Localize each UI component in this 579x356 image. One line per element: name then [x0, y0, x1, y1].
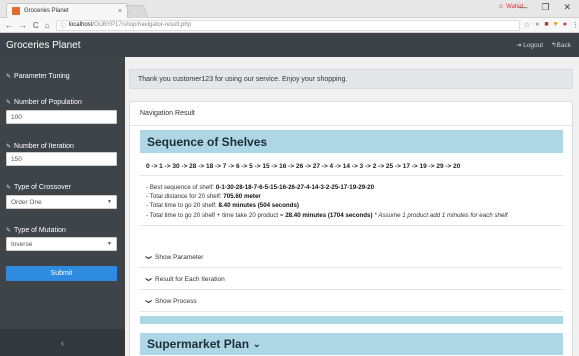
mutation-select[interactable]: Inverse ▼: [6, 237, 117, 251]
mutation-value: Inverse: [11, 240, 33, 248]
population-label: ✎ Number of Population: [6, 99, 82, 106]
submit-button[interactable]: Submit: [6, 266, 117, 281]
total-time-with-products-line: - Total time to go 20 shelf + time take …: [146, 211, 557, 220]
extension-icon[interactable]: ♥: [554, 21, 558, 29]
panel-title: Navigation Result: [130, 102, 572, 126]
wrench-icon: ✎: [6, 144, 12, 150]
population-value: 100: [11, 113, 22, 121]
assumption-note: * Assume 1 product add 1 minutes for eac…: [374, 211, 508, 219]
best-sequence-line: - Best sequence of shelf: 0-1-30-28-18-7…: [146, 183, 557, 192]
sequence-path: 0 -> 1 -> 30 -> 28 -> 18 -> 7 -> 6 -> 5 …: [140, 157, 563, 176]
total-distance-value: 705.60 meter: [223, 193, 261, 201]
sidebar-title-text: Parameter Tuning: [14, 73, 70, 80]
show-process-label: Show Process: [155, 298, 197, 305]
logout-icon: ⇥: [515, 42, 522, 49]
result-details: - Best sequence of shelf: 0-1-30-28-18-7…: [140, 178, 563, 226]
info-icon[interactable]: ⓘ: [60, 21, 66, 30]
user-icon: ☺: [498, 4, 505, 10]
total-time-line: - Total time to go 20 shelf: 8.40 minute…: [146, 201, 557, 210]
url-host: localhost: [68, 22, 93, 28]
logout-link[interactable]: ⇥ Logout: [516, 41, 543, 49]
browser-tab[interactable]: Groceries Planet ×: [6, 3, 128, 18]
sidebar-collapse-button[interactable]: ‹: [0, 329, 125, 356]
chevron-down-icon: ❯: [145, 298, 152, 305]
chevron-down-icon: ▼: [107, 241, 112, 247]
navbar-links: ⇥ Logout ↰Back: [516, 41, 579, 49]
app-navbar: Groceries Planet ⇥ Logout ↰Back: [0, 33, 579, 57]
sidebar-title: ✎ Parameter Tuning: [6, 73, 70, 80]
iteration-input[interactable]: 150: [6, 152, 117, 166]
total-distance-label: - Total distance for 20 shelf:: [146, 193, 222, 201]
total-time-label: - Total time to go 20 shelf:: [146, 202, 217, 210]
crossover-label: ✎ Type of Crossover: [6, 184, 71, 191]
restore-icon[interactable]: ❐: [541, 2, 549, 13]
supermarket-plan-heading[interactable]: Supermarket Plan ⌄: [140, 333, 563, 355]
result-each-iteration-toggle[interactable]: ❯ Result for Each Iteration: [140, 270, 563, 290]
minimize-icon[interactable]: —: [518, 2, 527, 13]
population-label-text: Number of Population: [14, 99, 82, 106]
iteration-label-text: Number of Iteration: [14, 143, 74, 150]
extension-icon[interactable]: ■: [544, 21, 548, 29]
favicon-icon: [12, 7, 20, 15]
crossover-label-text: Type of Crossover: [14, 184, 71, 191]
new-tab-button[interactable]: [125, 5, 149, 18]
parameter-sidebar: ✎ Parameter Tuning ✎ Number of Populatio…: [0, 57, 125, 356]
back-label: Back: [556, 42, 571, 49]
best-sequence-label: - Best sequence of shelf:: [146, 184, 215, 191]
population-input[interactable]: 100: [6, 110, 117, 124]
tab-title: Groceries Planet: [24, 8, 69, 14]
chevron-down-icon: ⌄: [253, 338, 261, 349]
chevron-down-icon: ❯: [145, 254, 152, 261]
chevron-down-icon: ▼: [107, 199, 112, 205]
wrench-icon: ✎: [6, 100, 12, 106]
reload-icon[interactable]: C: [33, 21, 39, 30]
tab-close-icon[interactable]: ×: [118, 8, 122, 15]
show-parameter-toggle[interactable]: ❯ Show Parameter: [140, 248, 563, 268]
bookmark-star-icon[interactable]: ☆: [524, 21, 530, 29]
browser-nav-buttons: ← → C ⌂: [0, 21, 50, 30]
wrench-icon: ✎: [6, 228, 12, 234]
window-controls: — ❐ ✕: [518, 2, 571, 13]
best-sequence-value: 0-1-30-28-18-7-6-5-15-16-26-27-4-14-3-2-…: [215, 184, 375, 191]
show-parameter-label: Show Parameter: [155, 254, 204, 261]
forward-arrow-icon[interactable]: →: [19, 21, 27, 30]
result-each-iteration-label: Result for Each Iteration: [155, 276, 225, 283]
iteration-label: ✎ Number of Iteration: [6, 143, 74, 150]
brand-title[interactable]: Groceries Planet: [0, 40, 516, 51]
iteration-value: 150: [11, 155, 22, 163]
extension-icon[interactable]: ●: [535, 21, 539, 29]
chevron-left-icon: ‹: [61, 337, 64, 348]
close-window-icon[interactable]: ✕: [563, 2, 571, 13]
address-bar-row: ← → C ⌂ ⓘ localhost/OUBYP17/shop/navigat…: [0, 18, 579, 33]
show-process-toggle[interactable]: ❯ Show Process: [140, 292, 563, 312]
logout-label: Logout: [523, 42, 544, 49]
total-time2-value: 28.40 minutes (1704 seconds): [285, 211, 373, 219]
extension-icons: ☆ ● ■ ♥ ● ⋮: [524, 21, 579, 29]
chevron-down-icon: ❯: [145, 276, 152, 283]
navigation-result-panel: Navigation Result Sequence of Shelves 0 …: [129, 101, 573, 356]
wrench-icon: ✎: [6, 74, 12, 80]
total-time2-label: - Total time to go 20 shelf + time take …: [146, 211, 284, 219]
total-distance-line: - Total distance for 20 shelf: 705.60 me…: [146, 192, 557, 201]
mutation-label-text: Type of Mutation: [14, 227, 66, 234]
mutation-label: ✎ Type of Mutation: [6, 227, 66, 234]
sequence-heading: Sequence of Shelves: [140, 130, 563, 153]
crossover-select[interactable]: Order One ▼: [6, 195, 117, 209]
extension-icon[interactable]: ●: [563, 21, 567, 29]
menu-icon[interactable]: ⋮: [572, 21, 579, 29]
sequence-footer-bar: [140, 316, 563, 324]
crossover-value: Order One: [11, 198, 42, 206]
wrench-icon: ✎: [6, 185, 12, 191]
home-icon[interactable]: ⌂: [45, 21, 50, 30]
thank-you-alert: Thank you customer123 for using our serv…: [129, 69, 573, 89]
back-link[interactable]: ↰Back: [551, 41, 571, 49]
main-content: Thank you customer123 for using our serv…: [125, 57, 579, 356]
back-arrow-icon[interactable]: ←: [5, 21, 13, 30]
url-field[interactable]: ⓘ localhost/OUBYP17/shop/navigator-resul…: [55, 19, 520, 31]
total-time-value: 8.40 minutes (504 seconds): [218, 202, 299, 210]
url-path: /OUBYP17/shop/navigator-result.php: [92, 22, 192, 28]
supermarket-plan-title: Supermarket Plan: [147, 337, 250, 351]
browser-tab-strip: Groceries Planet × ☺ Wahid — ❐ ✕: [0, 0, 579, 18]
